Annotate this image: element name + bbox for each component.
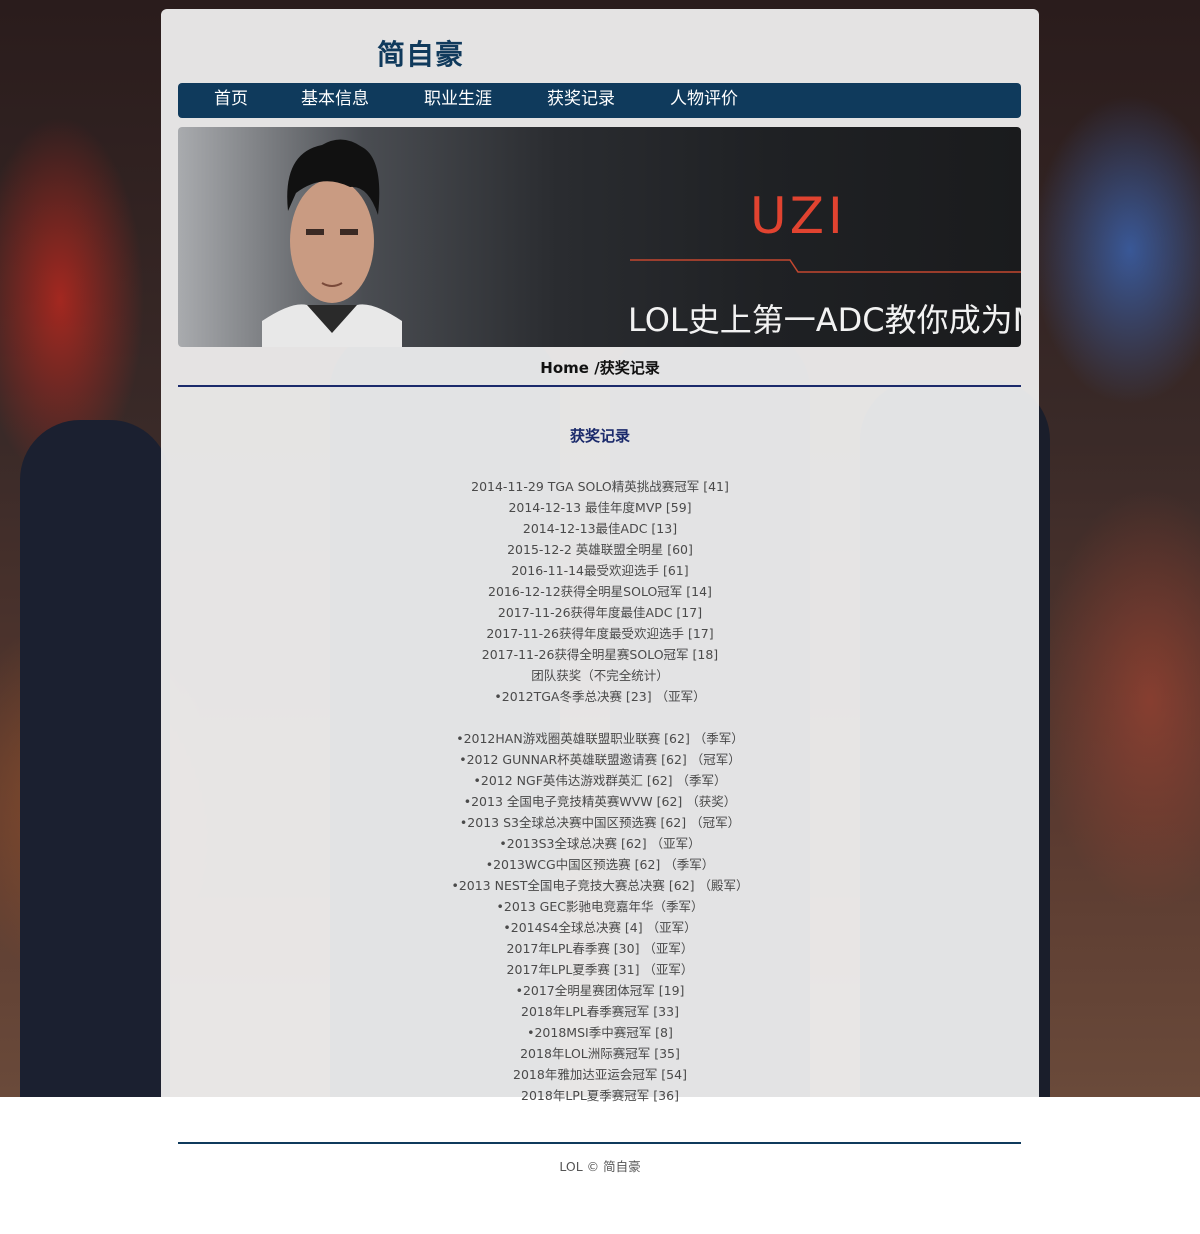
award-item: •2012 GUNNAR杯英雄联盟邀请赛 [62] （冠军）	[459, 752, 741, 767]
nav-item-basic-info[interactable]: 基本信息	[301, 83, 369, 118]
header-divider	[178, 385, 1021, 387]
award-item: 2017-11-26获得年度最受欢迎选手 [17]	[486, 626, 714, 641]
award-item: 2014-12-13 最佳年度MVP [59]	[508, 500, 692, 515]
section-title: 获奖记录	[569, 427, 630, 445]
nav-item-home[interactable]: 首页	[214, 83, 248, 118]
nav-item-career[interactable]: 职业生涯	[424, 83, 492, 118]
award-item: 2014-11-29 TGA SOLO精英挑战赛冠军 [41]	[471, 479, 729, 494]
award-item: 2016-11-14最受欢迎选手 [61]	[511, 563, 689, 578]
award-item: •2013 NEST全国电子竞技大赛总决赛 [62] （殿军）	[451, 878, 749, 893]
nav-item-reviews[interactable]: 人物评价	[670, 83, 738, 118]
award-item: •2013 GEC影驰电竞嘉年华（季军）	[496, 899, 704, 914]
award-item: •2013 S3全球总决赛中国区预选赛 [62] （冠军）	[459, 815, 741, 830]
nav-item-awards[interactable]: 获奖记录	[547, 83, 615, 118]
awards-list: 2014-11-29 TGA SOLO精英挑战赛冠军 [41] 2014-12-1…	[161, 476, 1039, 1106]
banner-divider-line	[630, 259, 1021, 273]
award-item: 2017年LPL春季赛 [30] （亚军）	[506, 941, 694, 956]
main-container: 简自豪 首页 基本信息 职业生涯 获奖记录 人物评价 UZI LOL史上第一AD…	[161, 9, 1039, 1103]
award-item: 团队获奖（不完全统计）	[531, 668, 669, 683]
award-item: •2013S3全球总决赛 [62] （亚军）	[499, 836, 701, 851]
award-item: 2018年LPL夏季赛冠军 [36]	[521, 1088, 679, 1103]
footer-divider	[178, 1142, 1021, 1144]
banner-player-name: UZI	[750, 187, 847, 245]
award-item	[161, 707, 1039, 728]
breadcrumb-home[interactable]: Home	[540, 359, 589, 377]
breadcrumb-current: 获奖记录	[599, 359, 660, 377]
award-item: •2017全明星赛团体冠军 [19]	[515, 983, 685, 998]
award-item: 2018年LOL洲际赛冠军 [35]	[520, 1046, 680, 1061]
award-item: 2017-11-26获得年度最佳ADC [17]	[497, 605, 703, 620]
award-item: 2017年LPL夏季赛 [31] （亚军）	[506, 962, 694, 977]
breadcrumb: Home /获奖记录	[161, 357, 1039, 378]
award-item: 2015-12-2 英雄联盟全明星 [60]	[507, 542, 693, 557]
award-item: 2014-12-13最佳ADC [13]	[522, 521, 678, 536]
banner-image: UZI LOL史上第一ADC教你成为M	[178, 127, 1021, 347]
award-item: •2013WCG中国区预选赛 [62] （季军）	[485, 857, 715, 872]
banner-tagline: LOL史上第一ADC教你成为M	[628, 301, 1021, 339]
award-item: 2018年LPL春季赛冠军 [33]	[521, 1004, 679, 1019]
award-item: •2012TGA冬季总决赛 [23] （亚军）	[494, 689, 706, 704]
award-item: 2017-11-26获得全明星赛SOLO冠军 [18]	[481, 647, 719, 662]
player-portrait	[262, 139, 402, 347]
main-nav: 首页 基本信息 职业生涯 获奖记录 人物评价	[178, 83, 1021, 118]
award-item: •2013 全国电子竞技精英赛WVW [62] （获奖）	[463, 794, 737, 809]
site-title: 简自豪	[377, 38, 465, 71]
footer-copyright: LOL © 简自豪	[559, 1159, 641, 1174]
award-item: •2012 NGF英伟达游戏群英汇 [62] （季军）	[473, 773, 727, 788]
award-item: •2012HAN游戏圈英雄联盟职业联赛 [62] （季军）	[456, 731, 744, 746]
award-item: 2016-12-12获得全明星SOLO冠军 [14]	[488, 584, 712, 599]
award-item: •2018MSI季中赛冠军 [8]	[527, 1025, 673, 1040]
award-item: 2018年雅加达亚运会冠军 [54]	[513, 1067, 687, 1082]
award-item: •2014S4全球总决赛 [4] （亚军）	[503, 920, 697, 935]
